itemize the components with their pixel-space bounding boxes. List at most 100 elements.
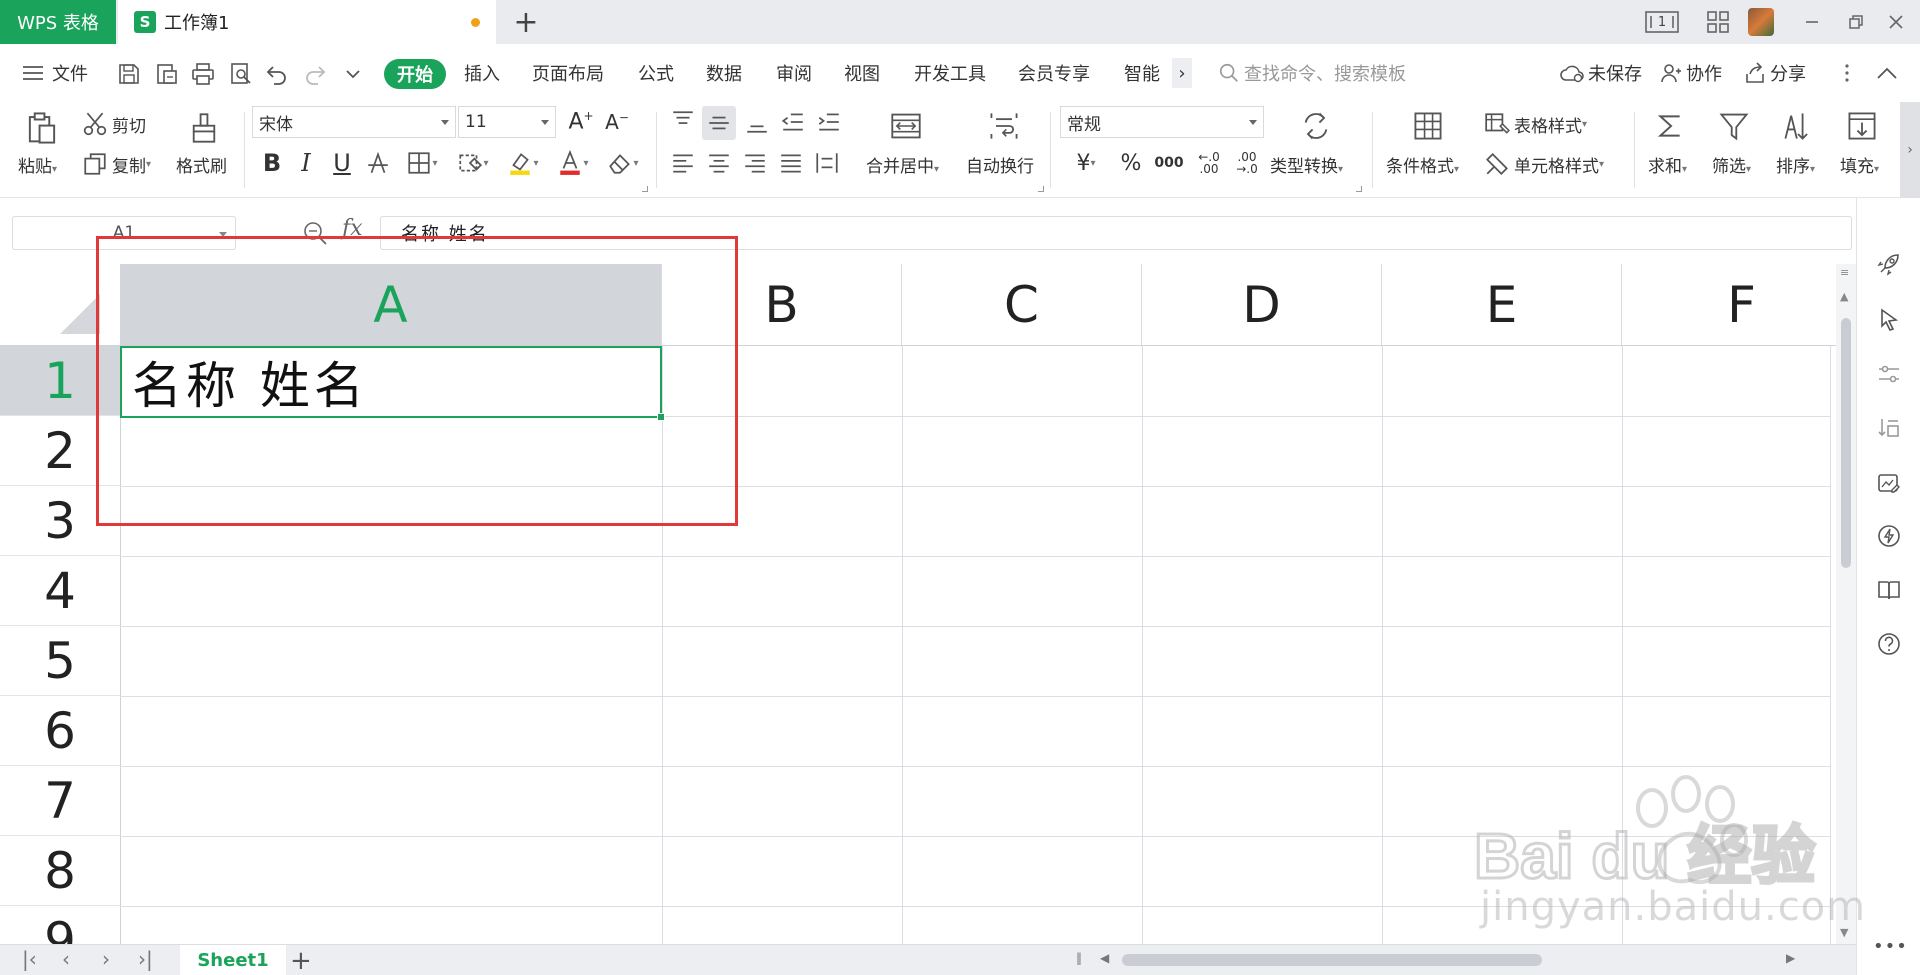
properties-button[interactable] [1875,360,1903,388]
paste-label[interactable]: 粘贴▾ [18,152,57,177]
align-top-button[interactable] [668,106,698,138]
align-bottom-button[interactable] [742,106,772,138]
transform-button[interactable] [1875,414,1903,442]
document-tab[interactable]: S 工作簿1 [118,0,496,44]
table-style-button[interactable]: 表格样式 ▾ [1484,108,1587,140]
row-header-4[interactable]: 4 [0,556,120,626]
decrease-font-button[interactable]: A− [602,106,632,138]
filter-icon-button[interactable] [1714,108,1754,144]
highlight-color-button[interactable]: ▾ [502,146,544,180]
file-menu[interactable]: 文件 [22,44,88,102]
currency-button[interactable]: ¥ ▾ [1066,146,1106,180]
print-preview-button[interactable] [228,61,254,87]
next-sheet-icon[interactable]: › [102,947,110,971]
borders-button[interactable]: ▾ [402,146,442,180]
tab-view[interactable]: 视图 [844,44,880,102]
app-tab-wps[interactable]: WPS 表格 [0,0,116,44]
undo-button[interactable] [264,61,290,87]
row-header-8[interactable]: 8 [0,836,120,906]
new-tab-button[interactable]: + [508,4,544,40]
percent-button[interactable]: % [1116,146,1146,180]
collapse-ribbon-button[interactable] [1876,44,1898,102]
apps-grid-button[interactable] [1700,0,1736,44]
quick-action-button[interactable] [1875,522,1903,550]
sort-button[interactable]: 排序▾ [1776,152,1815,177]
close-button[interactable] [1878,0,1914,44]
clear-format-button[interactable]: ▾ [602,146,644,180]
copy-button[interactable]: 复制 ▾ [82,148,151,180]
redo-button[interactable] [302,61,328,87]
conditional-format-button[interactable]: 条件格式▾ [1386,152,1459,177]
font-dialog-launcher[interactable] [642,186,648,192]
wrap-text-button[interactable]: 自动换行 [966,152,1034,177]
add-sheet-button[interactable]: + [290,945,312,975]
column-header-f[interactable]: F [1622,264,1836,346]
unsaved-status[interactable]: 未保存 [1560,44,1642,102]
tab-start[interactable]: 开始 [384,59,446,89]
scroll-up-icon[interactable]: ▲ [1840,290,1848,303]
type-convert-button[interactable]: 类型转换▾ [1270,152,1343,177]
horizontal-scroll-thumb[interactable] [1122,954,1542,966]
help-button[interactable] [1875,630,1903,658]
increase-decimal-button[interactable]: ←.0 .00 [1192,146,1226,180]
export-pdf-button[interactable] [154,61,180,87]
number-format-select[interactable]: 常规 [1060,106,1264,138]
scroll-left-icon[interactable]: ◀ [1100,951,1109,965]
font-name-select[interactable]: 宋体 [252,106,456,138]
command-search[interactable]: 查找命令、搜索模板 [1218,44,1406,102]
merge-center-button[interactable]: 合并居中▾ [866,152,939,177]
increase-font-button[interactable]: A+ [566,106,596,138]
save-button[interactable] [116,61,142,87]
font-size-select[interactable]: 11 [458,106,556,138]
select-tool-button[interactable] [1875,306,1903,334]
vertical-scroll-thumb[interactable] [1841,318,1851,568]
tab-formula[interactable]: 公式 [638,44,674,102]
align-middle-button[interactable] [702,106,736,140]
sheet-tab-sheet1[interactable]: Sheet1 [180,945,286,975]
tab-insert[interactable]: 插入 [464,44,500,102]
decrease-decimal-button[interactable]: .00 →.0 [1230,146,1264,180]
italic-button[interactable]: I [292,146,320,180]
fill-icon-button[interactable] [1842,108,1882,144]
row-header-6[interactable]: 6 [0,696,120,766]
align-left-button[interactable] [668,146,698,180]
format-painter-label[interactable]: 格式刷 [176,152,227,177]
quick-access-dropdown[interactable] [340,61,366,87]
collaborate-button[interactable]: 协作 [1660,44,1722,102]
column-header-e[interactable]: E [1382,264,1622,346]
number-dialog-launcher[interactable] [1356,186,1362,192]
minimize-button[interactable] [1794,0,1830,44]
cut-button[interactable]: 剪切 [82,108,146,140]
horizontal-scrollbar[interactable]: ‖ ◀ ▶ [1076,951,1796,969]
restore-button[interactable] [1838,0,1874,44]
increase-indent-button[interactable] [814,106,844,138]
sum-button[interactable]: 求和▾ [1648,152,1687,177]
justify-button[interactable] [776,146,806,180]
tab-review[interactable]: 审阅 [776,44,812,102]
column-header-d[interactable]: D [1142,264,1382,346]
share-button[interactable]: 分享 [1744,44,1806,102]
alignment-dialog-launcher[interactable] [1038,186,1044,192]
column-header-c[interactable]: C [902,264,1142,346]
strikethrough-button[interactable] [364,146,392,180]
vertical-scrollbar[interactable]: ≡ ▲ ▼ [1836,264,1856,944]
last-sheet-icon[interactable]: ›| [138,947,153,971]
prev-sheet-icon[interactable]: ‹ [62,947,70,971]
decrease-indent-button[interactable] [778,106,808,138]
more-panel-button[interactable]: ••• [1873,936,1908,957]
conditional-format-icon-button[interactable] [1408,108,1448,144]
cell-style-button[interactable]: 单元格样式 ▾ [1484,148,1604,180]
tab-page-layout[interactable]: 页面布局 [532,44,604,102]
distributed-align-button[interactable] [812,146,842,180]
merge-center-icon-button[interactable] [886,108,926,144]
align-right-button[interactable] [740,146,770,180]
underline-button[interactable]: U [328,146,356,180]
scroll-split-icon[interactable]: ‖ [1076,951,1082,965]
sort-icon-button[interactable] [1778,108,1818,144]
tab-smart[interactable]: 智能 [1124,44,1160,102]
chart-tool-button[interactable] [1875,470,1903,498]
first-sheet-icon[interactable]: |‹ [22,947,37,971]
sum-icon-button[interactable] [1650,108,1690,144]
tab-data[interactable]: 数据 [706,44,742,102]
thousands-separator-button[interactable]: 000 [1152,146,1186,180]
